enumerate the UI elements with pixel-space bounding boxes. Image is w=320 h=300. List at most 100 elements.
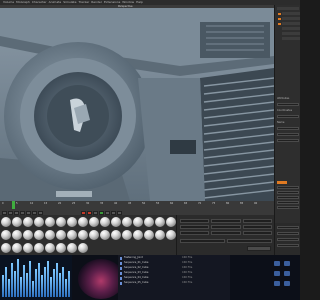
material-ball[interactable]: [122, 230, 132, 240]
record-button[interactable]: [81, 210, 86, 215]
object-row[interactable]: [282, 32, 300, 35]
attribute-field[interactable]: [277, 201, 299, 204]
material-ball[interactable]: [89, 217, 99, 227]
next-frame-button[interactable]: [26, 210, 31, 215]
position-z-field[interactable]: [180, 231, 210, 235]
attribute-field[interactable]: [277, 133, 299, 136]
material-ball[interactable]: [133, 217, 143, 227]
object-row[interactable]: [282, 22, 300, 25]
material-ball[interactable]: [67, 230, 77, 240]
rotation-key-button[interactable]: [105, 210, 110, 215]
list-item[interactable]: Sequence_01_Cube C4D File: [120, 261, 228, 265]
material-ball[interactable]: [12, 243, 22, 253]
list-item[interactable]: Sequence_02_Cube C4D File: [120, 266, 228, 270]
material-ball[interactable]: [23, 217, 33, 227]
position-key-button[interactable]: [99, 210, 104, 215]
material-ball[interactable]: [45, 217, 55, 227]
prev-frame-button[interactable]: [14, 210, 19, 215]
object-mode-select[interactable]: [180, 239, 225, 243]
material-ball[interactable]: [67, 243, 77, 253]
folder-icon[interactable]: [274, 271, 280, 276]
position-x-field[interactable]: [180, 219, 210, 223]
material-ball[interactable]: [133, 230, 143, 240]
go-end-button[interactable]: [38, 210, 43, 215]
list-item[interactable]: Sequence_04_Cube C4D File: [120, 276, 228, 280]
material-ball[interactable]: [12, 217, 22, 227]
material-ball[interactable]: [56, 217, 66, 227]
object-row[interactable]: [282, 37, 300, 40]
size-y-field[interactable]: [211, 225, 241, 229]
material-ball[interactable]: [34, 217, 44, 227]
selected-tag[interactable]: [277, 181, 287, 184]
folder-icon[interactable]: [284, 261, 290, 266]
attribute-field[interactable]: [277, 139, 299, 142]
attribute-field[interactable]: [277, 115, 299, 118]
size-mode-select[interactable]: [227, 239, 272, 243]
material-ball[interactable]: [155, 230, 165, 240]
material-ball[interactable]: [1, 243, 11, 253]
param-key-button[interactable]: [117, 210, 122, 215]
material-ball[interactable]: [100, 217, 110, 227]
list-item[interactable]: Sequence_03_Cube C4D File: [120, 271, 228, 275]
material-ball[interactable]: [111, 230, 121, 240]
rotation-h-field[interactable]: [242, 219, 272, 223]
list-item[interactable]: Sequence_05_Cube C4D File: [120, 281, 228, 285]
material-ball[interactable]: [67, 217, 77, 227]
attribute-field[interactable]: [277, 232, 299, 235]
playhead[interactable]: [12, 201, 15, 209]
object-row[interactable]: [277, 7, 299, 10]
size-z-field[interactable]: [211, 231, 241, 235]
attribute-field[interactable]: [277, 191, 299, 194]
attribute-field[interactable]: [277, 206, 299, 209]
keyframe-selection-button[interactable]: [93, 210, 98, 215]
attribute-field[interactable]: [277, 238, 299, 241]
material-ball[interactable]: [34, 230, 44, 240]
material-ball[interactable]: [89, 230, 99, 240]
attribute-field[interactable]: [277, 196, 299, 199]
attribute-field[interactable]: [277, 103, 299, 106]
autokey-button[interactable]: [87, 210, 92, 215]
material-ball[interactable]: [144, 230, 154, 240]
position-y-field[interactable]: [180, 225, 210, 229]
material-ball[interactable]: [78, 217, 88, 227]
rotation-p-field[interactable]: [242, 225, 272, 229]
folder-icon[interactable]: [274, 281, 280, 286]
material-ball[interactable]: [34, 243, 44, 253]
material-ball[interactable]: [23, 243, 33, 253]
size-x-field[interactable]: [211, 219, 241, 223]
folder-icon[interactable]: [274, 261, 280, 266]
material-ball[interactable]: [45, 243, 55, 253]
material-ball[interactable]: [166, 230, 176, 240]
folder-icon[interactable]: [284, 281, 290, 286]
attribute-field[interactable]: [277, 226, 299, 229]
material-ball[interactable]: [78, 243, 88, 253]
material-ball[interactable]: [1, 230, 11, 240]
play-button[interactable]: [20, 210, 25, 215]
object-row[interactable]: [282, 12, 300, 15]
material-ball[interactable]: [111, 217, 121, 227]
prev-key-button[interactable]: [8, 210, 13, 215]
material-ball[interactable]: [100, 230, 110, 240]
timeline[interactable]: 0 5 10 15 20 25 30 35 40 45 50 55 60 65 …: [0, 201, 274, 215]
attribute-field[interactable]: [277, 127, 299, 130]
object-row[interactable]: [282, 17, 300, 20]
material-ball[interactable]: [45, 230, 55, 240]
material-ball[interactable]: [78, 230, 88, 240]
apply-button[interactable]: [247, 246, 271, 251]
go-start-button[interactable]: [2, 210, 7, 215]
material-ball[interactable]: [56, 243, 66, 253]
scale-key-button[interactable]: [111, 210, 116, 215]
object-row[interactable]: [282, 27, 300, 30]
material-ball[interactable]: [122, 217, 132, 227]
list-item[interactable]: Fastening_Joint C4D File: [120, 256, 228, 260]
attribute-field[interactable]: [277, 244, 299, 247]
material-ball[interactable]: [155, 217, 165, 227]
3d-viewport[interactable]: [0, 8, 274, 201]
material-ball[interactable]: [12, 230, 22, 240]
folder-icon[interactable]: [284, 271, 290, 276]
material-ball[interactable]: [1, 217, 11, 227]
attribute-field[interactable]: [277, 186, 299, 189]
material-ball[interactable]: [23, 230, 33, 240]
next-key-button[interactable]: [32, 210, 37, 215]
rotation-b-field[interactable]: [242, 231, 272, 235]
